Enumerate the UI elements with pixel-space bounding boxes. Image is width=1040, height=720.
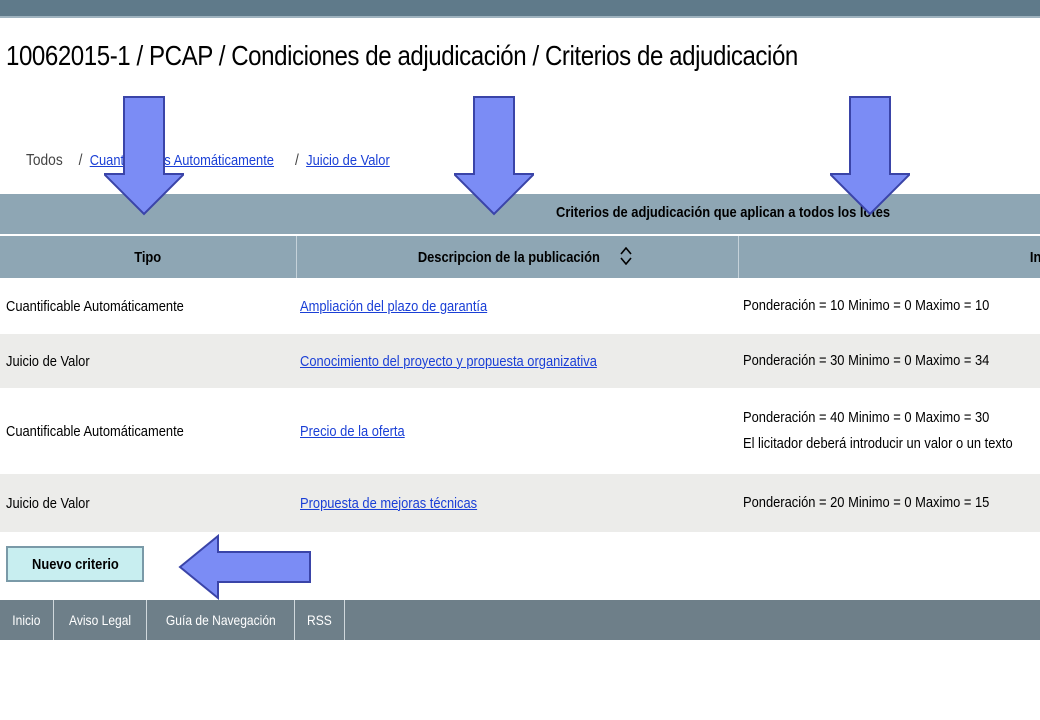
table-row: Cuantificable Automáticamente Precio de …: [0, 388, 1040, 474]
table-row: Cuantificable Automáticamente Ampliación…: [0, 278, 1040, 334]
row-descripcion-link[interactable]: Ampliación del plazo de garantía: [300, 298, 487, 315]
footer-link-guia-navegacion[interactable]: Guía de Navegación: [147, 600, 296, 640]
filter-cuantificables-link[interactable]: Cuantificables Automáticamente: [90, 152, 274, 169]
row-info: Ponderación = 10 Minimo = 0 Maximo = 10: [743, 297, 990, 314]
filter-juicio-link[interactable]: Juicio de Valor: [306, 152, 390, 169]
row-descripcion-link[interactable]: Precio de la oferta: [300, 423, 405, 440]
filter-separator: /: [295, 152, 299, 169]
footer-link-rss[interactable]: RSS: [295, 600, 346, 640]
filter-breadcrumb: Todos / Cuantificables Automáticamente /…: [26, 152, 407, 170]
row-info: Ponderación = 20 Minimo = 0 Maximo = 15: [743, 494, 990, 511]
criteria-table: Criterios de adjudicación que aplican a …: [0, 194, 1040, 532]
footer-nav: Inicio Aviso Legal Guía de Navegación RS…: [0, 600, 1040, 640]
row-tipo: Juicio de Valor: [6, 352, 90, 370]
table-row: Juicio de Valor Conocimiento del proyect…: [0, 334, 1040, 388]
table-column-header: Tipo Descripcion de la publicación In: [0, 236, 1040, 278]
footer-link-inicio[interactable]: Inicio: [0, 600, 54, 640]
group-header-label: Criterios de adjudicación que aplican a …: [556, 204, 891, 221]
table-group-header: Criterios de adjudicación que aplican a …: [0, 194, 1040, 236]
footer-link-aviso-legal[interactable]: Aviso Legal: [54, 600, 147, 640]
table-row: Juicio de Valor Propuesta de mejoras téc…: [0, 474, 1040, 532]
sort-updown-icon[interactable]: [620, 246, 632, 268]
top-bar: [0, 0, 1040, 18]
row-info: Ponderación = 40 Minimo = 0 Maximo = 30: [743, 409, 990, 426]
row-descripcion-link[interactable]: Propuesta de mejoras técnicas: [300, 495, 477, 512]
column-header-info[interactable]: In: [739, 236, 1040, 278]
row-tipo: Juicio de Valor: [6, 494, 90, 512]
new-criterion-button[interactable]: Nuevo criterio: [6, 546, 144, 582]
row-descripcion-link[interactable]: Conocimiento del proyecto y propuesta or…: [300, 353, 597, 370]
row-tipo: Cuantificable Automáticamente: [6, 422, 184, 440]
filter-all[interactable]: Todos: [26, 152, 63, 169]
row-info: Ponderación = 30 Minimo = 0 Maximo = 34: [743, 352, 990, 369]
row-tipo: Cuantificable Automáticamente: [6, 297, 184, 315]
column-header-descripcion[interactable]: Descripcion de la publicación: [297, 236, 739, 278]
column-header-tipo[interactable]: Tipo: [0, 236, 297, 278]
page-title: 10062015-1 / PCAP / Condiciones de adjud…: [6, 40, 798, 71]
page: 10062015-1 / PCAP / Condiciones de adjud…: [0, 0, 1040, 720]
filter-separator: /: [78, 152, 83, 169]
arrow-left-icon: [178, 534, 311, 600]
row-info-note: El licitador deberá introducir un valor …: [743, 435, 1013, 452]
